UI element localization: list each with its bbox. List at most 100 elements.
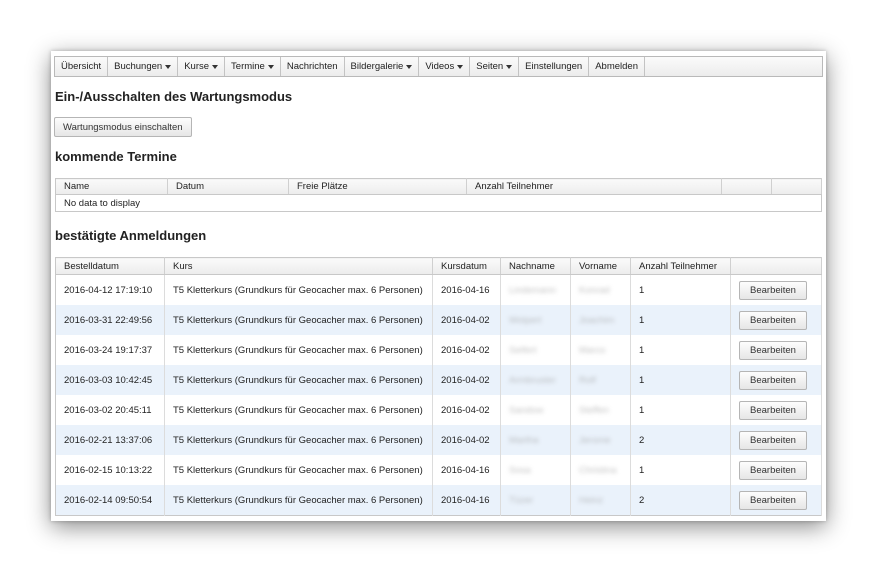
- nav-item-label: Kurse: [184, 61, 210, 72]
- cell-nachname: Lindemann: [500, 274, 571, 305]
- enable-maintenance-button[interactable]: Wartungsmodus einschalten: [54, 117, 192, 137]
- cell-actions: Bearbeiten: [730, 274, 822, 305]
- table-row: 2016-02-15 10:13:22 T5 Kletterkurs (Grund…: [55, 455, 822, 485]
- cell-vorname: Jerome: [570, 425, 631, 455]
- nav-item-videos[interactable]: Videos: [419, 57, 471, 76]
- nav-item-einstellungen[interactable]: Einstellungen: [519, 57, 590, 76]
- cell-bestelldatum: 2016-03-31 22:49:56: [55, 305, 165, 335]
- confirmed-registrations-table: Bestelldatum Kurs Kursdatum Nachname Vorname…: [55, 257, 822, 516]
- nav-item-label: Übersicht: [61, 61, 102, 72]
- column-header-bestelldatum: Bestelldatum: [55, 257, 165, 275]
- table-row: 2016-04-12 17:19:10 T5 Kletterkurs (Grund…: [55, 274, 822, 305]
- cell-nachname: Armbruster: [500, 365, 571, 395]
- edit-button[interactable]: Bearbeiten: [739, 280, 807, 300]
- edit-button[interactable]: Bearbeiten: [739, 460, 807, 480]
- nav-item-label: Seiten: [476, 61, 504, 72]
- table-row: 2016-03-24 19:17:37 T5 Kletterkurs (Grund…: [55, 335, 822, 365]
- cell-vorname: Konrad: [570, 274, 631, 305]
- cell-vorname: Heinz: [570, 485, 631, 516]
- cell-bestelldatum: 2016-02-15 10:13:22: [55, 455, 165, 485]
- upcoming-dates-header-row: Name Datum Freie Plätze Anzahl Teilnehmer: [55, 178, 822, 195]
- column-header-actions: [730, 257, 822, 275]
- edit-button[interactable]: Bearbeiten: [739, 370, 807, 390]
- caret-down-icon: [165, 64, 172, 69]
- cell-anzahl: 1: [630, 305, 731, 335]
- cell-kursdatum: 2016-04-16: [432, 485, 501, 516]
- column-header-vorname: Vorname: [570, 257, 631, 275]
- redacted-nachname: Wolpert: [509, 314, 542, 326]
- redacted-vorname: Rolf: [579, 374, 596, 386]
- cell-kursdatum: 2016-04-02: [432, 305, 501, 335]
- nav-item-seiten[interactable]: Seiten: [470, 57, 520, 76]
- nav-item-abmelden[interactable]: Abmelden: [589, 57, 645, 76]
- upcoming-dates-heading: kommende Termine: [55, 149, 177, 164]
- nav-item-buchungen[interactable]: Buchungen: [108, 57, 179, 76]
- edit-button[interactable]: Bearbeiten: [739, 430, 807, 450]
- cell-kurs: T5 Kletterkurs (Grundkurs für Geocacher …: [164, 335, 433, 365]
- cell-anzahl: 1: [630, 455, 731, 485]
- cell-kurs: T5 Kletterkurs (Grundkurs für Geocacher …: [164, 365, 433, 395]
- nav-item-bildergalerie[interactable]: Bildergalerie: [345, 57, 420, 76]
- column-header-freie-plaetze: Freie Plätze: [288, 178, 467, 195]
- nav-item-termine[interactable]: Termine: [225, 57, 281, 76]
- admin-content: Übersicht Buchungen Kurse Termine Nachrichte…: [54, 56, 823, 516]
- redacted-nachname: Sandow: [509, 404, 544, 416]
- table-row: 2016-03-02 20:45:11 T5 Kletterkurs (Grund…: [55, 395, 822, 425]
- cell-vorname: Joachim: [570, 305, 631, 335]
- cell-nachname: Tüzer: [500, 485, 571, 516]
- cell-actions: Bearbeiten: [730, 455, 822, 485]
- cell-bestelldatum: 2016-03-24 19:17:37: [55, 335, 165, 365]
- caret-down-icon: [267, 64, 274, 69]
- table-row: 2016-03-31 22:49:56 T5 Kletterkurs (Grund…: [55, 305, 822, 335]
- redacted-nachname: Tüzer: [509, 494, 534, 506]
- nav-item-nachrichten[interactable]: Nachrichten: [281, 57, 345, 76]
- upcoming-dates-table: Name Datum Freie Plätze Anzahl Teilnehmer N…: [55, 178, 822, 212]
- cell-actions: Bearbeiten: [730, 335, 822, 365]
- nav-item-uebersicht[interactable]: Übersicht: [55, 57, 109, 76]
- cell-vorname: Marco: [570, 335, 631, 365]
- redacted-nachname: Sosa: [509, 464, 531, 476]
- nav-item-label: Einstellungen: [525, 61, 583, 72]
- edit-button[interactable]: Bearbeiten: [739, 490, 807, 510]
- redacted-vorname: Christina: [579, 464, 617, 476]
- nav-item-label: Termine: [231, 61, 265, 72]
- cell-bestelldatum: 2016-03-03 10:42:45: [55, 365, 165, 395]
- edit-button[interactable]: Bearbeiten: [739, 400, 807, 420]
- nav-item-label: Videos: [425, 61, 455, 72]
- cell-nachname: Seifert: [500, 335, 571, 365]
- cell-vorname: Rolf: [570, 365, 631, 395]
- nav-item-label: Bildergalerie: [350, 61, 404, 72]
- cell-anzahl: 1: [630, 365, 731, 395]
- cell-kursdatum: 2016-04-02: [432, 365, 501, 395]
- column-header-blank-5: [771, 178, 822, 195]
- admin-window: Übersicht Buchungen Kurse Termine Nachrichte…: [51, 51, 826, 521]
- column-header-kurs: Kurs: [164, 257, 433, 275]
- column-header-nachname: Nachname: [500, 257, 571, 275]
- cell-kursdatum: 2016-04-02: [432, 395, 501, 425]
- empty-message: No data to display: [64, 197, 141, 209]
- cell-kursdatum: 2016-04-02: [432, 425, 501, 455]
- edit-button[interactable]: Bearbeiten: [739, 340, 807, 360]
- column-header-datum: Datum: [167, 178, 289, 195]
- caret-down-icon: [406, 64, 413, 69]
- caret-down-icon: [506, 64, 513, 69]
- redacted-vorname: Konrad: [579, 284, 610, 296]
- nav-item-label: Buchungen: [114, 61, 163, 72]
- table-row: 2016-02-21 13:37:06 T5 Kletterkurs (Grund…: [55, 425, 822, 455]
- cell-anzahl: 1: [630, 335, 731, 365]
- table-row: 2016-03-03 10:42:45 T5 Kletterkurs (Grund…: [55, 365, 822, 395]
- maintenance-heading: Ein-/Ausschalten des Wartungsmodus: [55, 89, 293, 104]
- redacted-nachname: Armbruster: [509, 374, 556, 386]
- cell-nachname: Sosa: [500, 455, 571, 485]
- nav-item-kurse[interactable]: Kurse: [178, 57, 226, 76]
- nav-item-label: Nachrichten: [286, 61, 338, 72]
- confirmed-header-row: Bestelldatum Kurs Kursdatum Nachname Vorname…: [55, 257, 822, 275]
- cell-anzahl: 2: [630, 425, 731, 455]
- redacted-nachname: Martha: [509, 434, 539, 446]
- cell-kursdatum: 2016-04-16: [432, 274, 501, 305]
- cell-kursdatum: 2016-04-02: [432, 335, 501, 365]
- cell-bestelldatum: 2016-03-02 20:45:11: [55, 395, 165, 425]
- edit-button[interactable]: Bearbeiten: [739, 310, 807, 330]
- cell-kurs: T5 Kletterkurs (Grundkurs für Geocacher …: [164, 425, 433, 455]
- redacted-vorname: Jerome: [579, 434, 611, 446]
